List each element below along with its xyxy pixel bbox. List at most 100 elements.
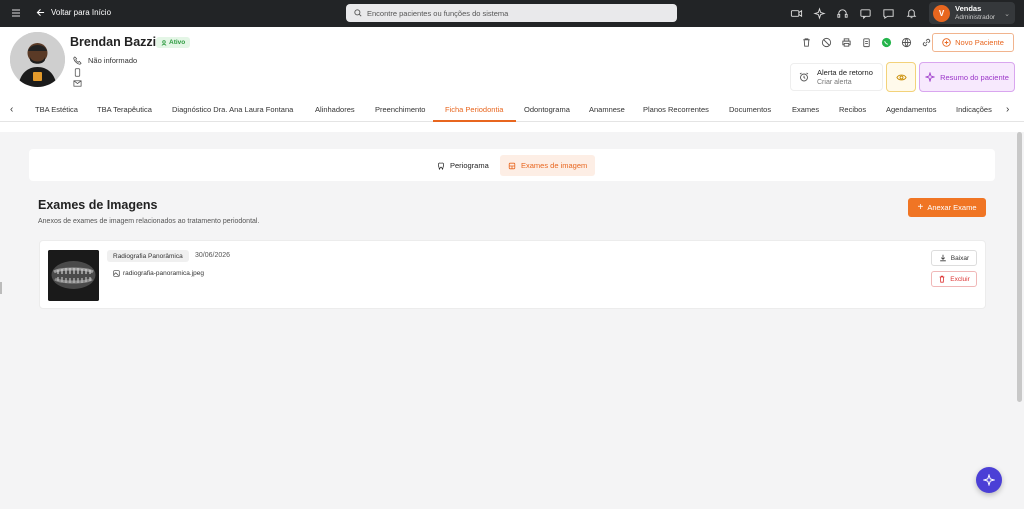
sparkle-icon[interactable]: [813, 7, 826, 20]
tab-exames[interactable]: Exames: [792, 105, 819, 114]
search-icon: [354, 9, 362, 17]
segment-periograma[interactable]: Periograma: [429, 155, 497, 176]
plus-icon: +: [917, 201, 924, 213]
patient-summary-button[interactable]: Resumo do paciente: [919, 62, 1015, 92]
sparkle-icon: [925, 72, 936, 82]
download-icon: [939, 254, 946, 262]
main-content: Periograma Exames de imagem Exames de Im…: [0, 132, 1024, 509]
phone-icon: [73, 56, 82, 65]
scrollbar[interactable]: [1017, 132, 1022, 402]
top-bar: Voltar para Início Encontre pacientes ou…: [0, 0, 1024, 27]
tab-recibos[interactable]: Recibos: [839, 105, 866, 114]
user-menu[interactable]: V Vendas Administrador ⌄: [929, 2, 1015, 24]
block-icon[interactable]: [821, 37, 832, 48]
segment-exames-label: Exames de imagem: [521, 161, 588, 170]
return-alert-button[interactable]: Alerta de retorno Criar alerta: [790, 63, 883, 91]
patient-photo: [10, 32, 65, 87]
tab-diagnostico[interactable]: Diagnóstico Dra. Ana Laura Fontana: [172, 105, 293, 114]
tooth-icon: [437, 162, 445, 170]
exam-file-name: radiografia-panoramica.jpeg: [123, 270, 204, 277]
xray-thumbnail[interactable]: [48, 250, 99, 301]
segment-exames-imagem[interactable]: Exames de imagem: [500, 155, 596, 176]
contact-email: [73, 79, 82, 88]
summary-label: Resumo do paciente: [940, 72, 1009, 82]
tab-planos-recorrentes[interactable]: Planos Recorrentes: [643, 105, 709, 114]
mobile-icon: [74, 68, 81, 77]
headset-icon[interactable]: [836, 7, 849, 20]
tab-ficha-periodontia[interactable]: Ficha Periodontia: [445, 105, 503, 114]
status-badge: Ativo: [156, 37, 191, 48]
patient-tabs: ‹ TBA Estética TBA Terapêutica Diagnósti…: [0, 99, 1024, 122]
chevron-right-icon[interactable]: ›: [1006, 104, 1009, 115]
phone-text: Não informado: [88, 56, 138, 65]
user-avatar: V: [933, 4, 950, 22]
tab-preenchimento[interactable]: Preenchimento: [375, 105, 425, 114]
back-label: Voltar para Início: [51, 8, 112, 17]
user-role: Administrador: [955, 14, 996, 21]
mail-icon: [73, 80, 82, 87]
sparkle-icon: [983, 474, 995, 486]
download-label: Baixar: [950, 254, 970, 262]
back-link[interactable]: Voltar para Início: [36, 8, 111, 17]
trash-icon[interactable]: [801, 37, 812, 48]
exam-file[interactable]: radiografia-panoramica.jpeg: [113, 270, 204, 277]
segment-periograma-label: Periograma: [450, 161, 489, 170]
tab-agendamentos[interactable]: Agendamentos: [886, 105, 936, 114]
chat-transfer-icon[interactable]: [859, 7, 872, 20]
new-patient-button[interactable]: Novo Paciente: [932, 33, 1014, 52]
alert-title: Alerta de retorno: [817, 68, 873, 77]
segmented-control: Periograma Exames de imagem: [29, 149, 995, 181]
eye-icon: [895, 74, 907, 80]
alarm-clock-icon: [799, 72, 809, 82]
user-name: Vendas: [955, 4, 982, 13]
exam-date: 30/06/2026: [195, 252, 231, 259]
exam-type-badge: Radiografia Panorâmica: [107, 250, 189, 262]
attach-exam-button[interactable]: + Anexar Exame: [908, 198, 986, 217]
user-check-icon: [161, 39, 167, 46]
menu-icon[interactable]: [11, 8, 21, 18]
side-handle[interactable]: [0, 282, 2, 294]
tab-indicacoes[interactable]: Indicações: [956, 105, 992, 114]
alert-action: Criar alerta: [817, 79, 852, 86]
patient-actions: [801, 37, 932, 48]
tab-odontograma[interactable]: Odontograma: [524, 105, 570, 114]
tab-anamnese[interactable]: Anamnese: [589, 105, 625, 114]
delete-label: Excluir: [950, 275, 970, 283]
contact-mobile: [73, 68, 82, 77]
globe-icon[interactable]: [901, 37, 912, 48]
delete-button[interactable]: Excluir: [931, 271, 977, 287]
section-title: Exames de Imagens: [38, 198, 158, 212]
tab-tba-terapeutica[interactable]: TBA Terapêutica: [97, 105, 152, 114]
tab-documentos[interactable]: Documentos: [729, 105, 771, 114]
assistant-fab[interactable]: [976, 467, 1002, 493]
video-icon[interactable]: [790, 7, 803, 20]
clipboard-icon[interactable]: [861, 37, 872, 48]
chevron-down-icon: ⌄: [1004, 11, 1010, 18]
topbar-icons: [790, 7, 918, 20]
search-placeholder: Encontre pacientes ou funções do sistema: [367, 8, 509, 18]
bell-icon[interactable]: [905, 7, 918, 20]
chevron-left-icon[interactable]: ‹: [10, 104, 13, 115]
trash-icon: [939, 275, 945, 283]
patient-name: Brendan Bazzi: [70, 35, 157, 49]
whatsapp-icon[interactable]: [881, 37, 892, 48]
print-icon[interactable]: [841, 37, 852, 48]
image-icon: [113, 270, 120, 277]
attach-exam-label: Anexar Exame: [927, 203, 977, 212]
status-text: Ativo: [169, 39, 186, 46]
tab-tba-estetica[interactable]: TBA Estética: [35, 105, 78, 114]
plus-circle-icon: [942, 38, 951, 47]
arrow-left-icon: [36, 8, 45, 17]
download-button[interactable]: Baixar: [931, 250, 977, 266]
new-patient-label: Novo Paciente: [955, 38, 1004, 47]
section-subtitle: Anexos de exames de imagem relacionados …: [38, 218, 260, 225]
search-input[interactable]: Encontre pacientes ou funções do sistema: [346, 4, 677, 22]
tab-alinhadores[interactable]: Alinhadores: [315, 105, 355, 114]
exam-card: Radiografia Panorâmica 30/06/2026 radiog…: [39, 240, 986, 309]
active-tab-indicator: [433, 120, 516, 122]
contact-phone: Não informado: [73, 56, 137, 65]
view-button[interactable]: [886, 62, 916, 92]
link-icon[interactable]: [921, 37, 932, 48]
image-file-icon: [508, 162, 516, 169]
message-icon[interactable]: [882, 7, 895, 20]
